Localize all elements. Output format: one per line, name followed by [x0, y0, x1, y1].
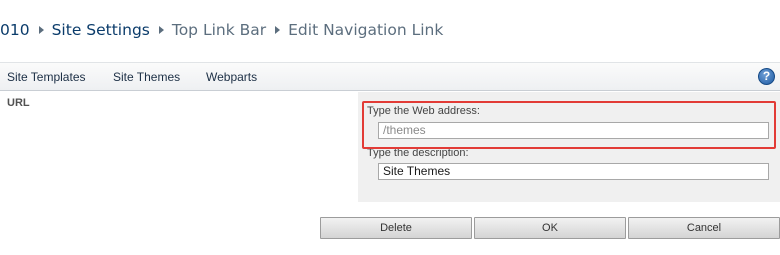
- url-form-section: URL Type the Web address: /themes Type t…: [0, 92, 780, 202]
- breadcrumb-site-settings[interactable]: Site Settings: [52, 21, 150, 39]
- field-cell: Type the Web address: /themes Type the d…: [358, 92, 780, 202]
- breadcrumb-top-link-bar[interactable]: Top Link Bar: [172, 21, 266, 39]
- label-cell: URL: [0, 92, 358, 202]
- page-title: Edit Navigation Link: [288, 21, 444, 39]
- url-label: URL: [7, 97, 30, 109]
- web-address-caption: Type the Web address:: [367, 105, 480, 117]
- title-area: 010 Site Settings Top Link Bar Edit Navi…: [0, 0, 780, 62]
- delete-button[interactable]: Delete: [320, 217, 472, 239]
- help-icon[interactable]: ?: [758, 68, 775, 85]
- nav-item-site-templates[interactable]: Site Templates: [7, 70, 86, 84]
- nav-item-webparts[interactable]: Webparts: [206, 70, 257, 84]
- breadcrumb-site[interactable]: 010: [0, 21, 30, 39]
- nav-item-site-themes[interactable]: Site Themes: [113, 70, 180, 84]
- breadcrumb-arrow-icon: [275, 26, 281, 34]
- cancel-button[interactable]: Cancel: [628, 217, 780, 239]
- breadcrumb-arrow-icon: [38, 26, 44, 34]
- description-caption: Type the description:: [367, 147, 469, 159]
- edit-navigation-link-page: 010 Site Settings Top Link Bar Edit Navi…: [0, 0, 780, 255]
- top-link-bar: Site Templates Site Themes Webparts: [0, 62, 780, 91]
- description-input[interactable]: Site Themes: [378, 163, 769, 180]
- web-address-input[interactable]: /themes: [378, 122, 769, 139]
- ok-button[interactable]: OK: [474, 217, 626, 239]
- breadcrumb: 010 Site Settings Top Link Bar Edit Navi…: [0, 19, 443, 41]
- breadcrumb-arrow-icon: [158, 26, 164, 34]
